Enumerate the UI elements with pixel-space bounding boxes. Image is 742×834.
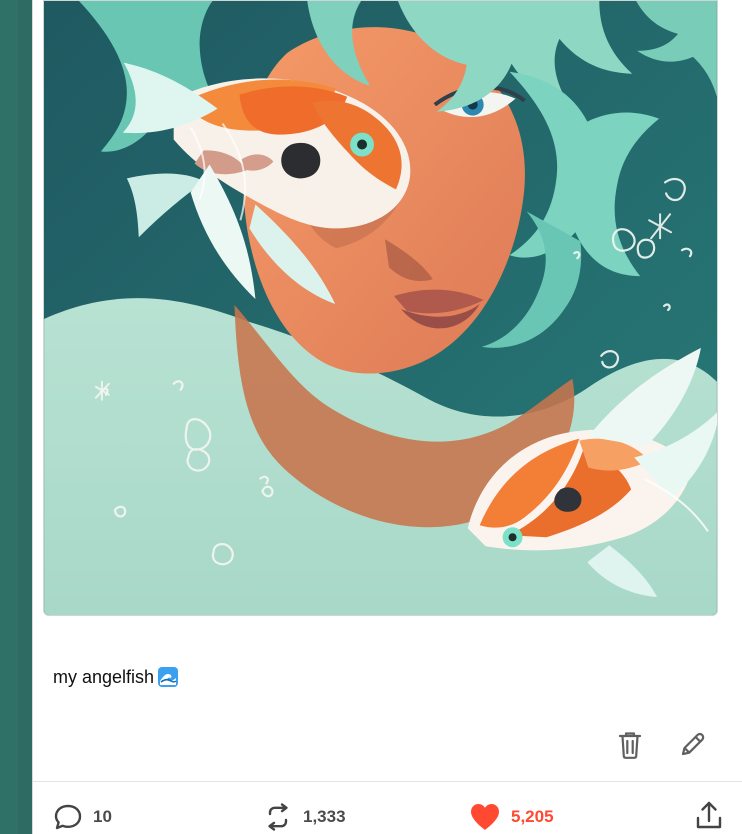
post-caption: my angelfish <box>53 663 179 691</box>
tumblr-post-page: my angelfish 10 1,333 5,205 <box>0 0 742 834</box>
post-card: my angelfish 10 1,333 5,205 <box>32 0 742 834</box>
comments-button[interactable]: 10 <box>53 802 112 832</box>
share-upload-icon <box>696 801 722 829</box>
comment-bubble-icon <box>54 804 82 830</box>
post-footer-divider <box>33 781 742 782</box>
post-caption-text: my angelfish <box>53 667 155 687</box>
trash-icon <box>618 732 642 759</box>
post-owner-actions <box>614 729 708 761</box>
edit-post-button[interactable] <box>676 729 708 761</box>
post-footer: 10 1,333 5,205 <box>33 790 742 834</box>
pencil-icon <box>681 732 705 756</box>
comments-count: 10 <box>93 807 112 826</box>
reblog-button[interactable]: 1,333 <box>263 802 346 832</box>
share-button[interactable] <box>694 800 724 832</box>
reblogs-count: 1,333 <box>303 807 346 826</box>
left-sidebar-rail <box>0 0 18 834</box>
angelfish-illustration <box>44 1 717 615</box>
delete-post-button[interactable] <box>614 729 646 761</box>
heart-icon <box>471 804 499 830</box>
angelfish-artwork-image[interactable] <box>43 0 718 616</box>
like-button[interactable]: 5,205 <box>469 802 554 832</box>
water-wave-icon <box>157 666 179 688</box>
repost-arrows-icon <box>268 803 288 831</box>
likes-count: 5,205 <box>511 807 554 826</box>
